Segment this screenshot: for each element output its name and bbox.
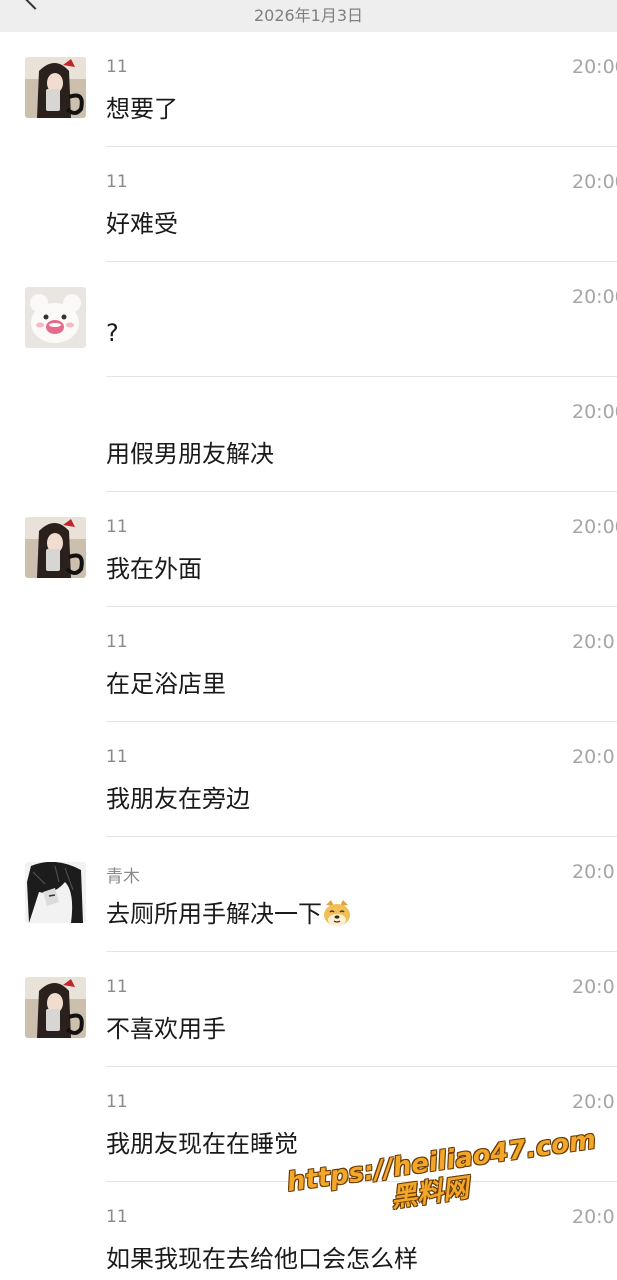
chat-history-screen: 2026年1月3日 11 20:00 想要了 11 20:00 好难受 — [0, 0, 617, 1280]
message-time: 20:0 — [572, 861, 615, 883]
sender-name: 11 — [106, 1092, 128, 1112]
message-text: 在足浴店里 — [106, 670, 226, 698]
message-time: 20:00 — [572, 171, 617, 193]
sender-name: 11 — [106, 172, 128, 192]
message-time: 20:00 — [572, 516, 617, 538]
message-time: 20:00 — [572, 56, 617, 78]
sender-name: 11 — [106, 977, 128, 997]
sender-name: 11 — [106, 632, 128, 652]
chat-date: 2026年1月3日 — [253, 6, 364, 25]
message-time: 20:0 — [572, 976, 615, 998]
message-time: 20:00 — [572, 401, 617, 423]
message-text: 我在外面 — [106, 555, 202, 583]
message-text: 不喜欢用手 — [106, 1015, 226, 1043]
message-time: 20:00 — [572, 286, 617, 308]
message-time: 20:0 — [572, 631, 615, 653]
message-item[interactable]: 11 20:00 我在外面 — [0, 492, 617, 607]
message-item[interactable]: 20:00 用假男朋友解决 — [0, 377, 617, 492]
message-text: 好难受 — [106, 210, 178, 238]
sender-name: 11 — [106, 517, 128, 537]
message-text: 我朋友现在在睡觉 — [106, 1130, 298, 1158]
message-text: ? — [106, 319, 119, 347]
anime-avatar[interactable] — [25, 862, 86, 923]
message-item[interactable]: 11 20:00 想要了 — [0, 32, 617, 147]
bear-avatar[interactable] — [25, 287, 86, 348]
message-item[interactable]: 11 20:0 不喜欢用手 — [0, 952, 617, 1067]
message-text-content: 去厕所用手解决一下 — [106, 900, 322, 928]
girl-avatar[interactable] — [25, 57, 86, 118]
message-item[interactable]: 11 20:0 在足浴店里 — [0, 607, 617, 722]
message-item[interactable]: 20:00 ? — [0, 262, 617, 377]
girl-avatar[interactable] — [25, 977, 86, 1038]
message-item[interactable]: 11 20:00 好难受 — [0, 147, 617, 262]
message-time: 20:0 — [572, 746, 615, 768]
header-bar: 2026年1月3日 — [0, 0, 617, 32]
sender-name: 11 — [106, 57, 128, 77]
sender-name: 青木 — [106, 867, 140, 887]
message-item[interactable]: 11 20:0 我朋友在旁边 — [0, 722, 617, 837]
message-text: 想要了 — [106, 95, 178, 123]
message-item[interactable]: 青木 20:0 去厕所用手解决一下 — [0, 837, 617, 952]
doge-emoji-icon — [324, 900, 350, 926]
sender-name: 11 — [106, 747, 128, 767]
message-time: 20:0 — [572, 1091, 615, 1113]
message-text: 去厕所用手解决一下 — [106, 894, 352, 929]
message-text: 我朋友在旁边 — [106, 785, 250, 813]
message-text: 用假男朋友解决 — [106, 440, 274, 468]
sender-name: 11 — [106, 1207, 128, 1227]
girl-avatar[interactable] — [25, 517, 86, 578]
